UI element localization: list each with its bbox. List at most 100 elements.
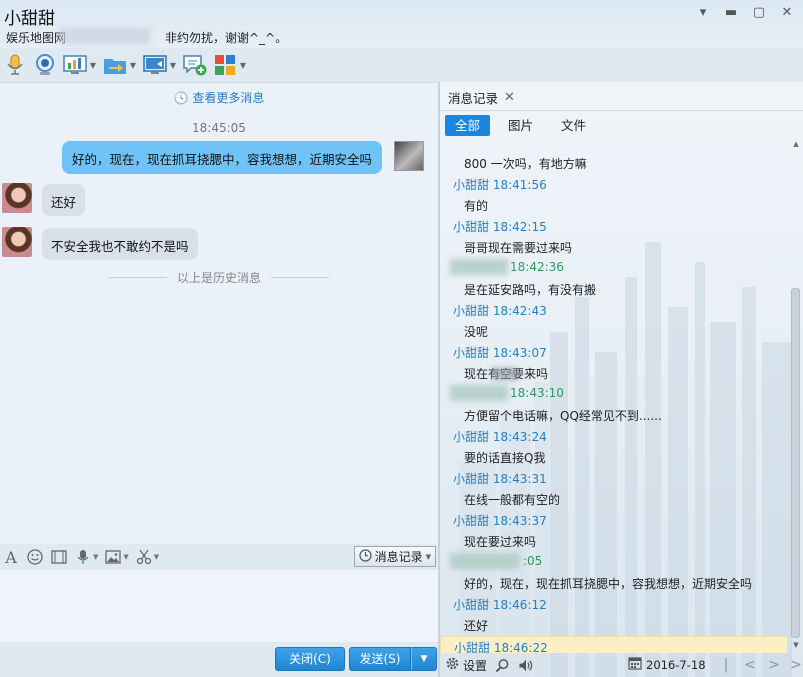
settings-button[interactable]: 设置: [445, 656, 487, 674]
apps-grid-icon: [212, 52, 238, 78]
history-divider: 以上是历史消息: [0, 269, 438, 286]
history-entry-text: 有的: [464, 199, 489, 213]
history-entry-text: 要的话直接Q我: [464, 451, 546, 465]
history-pagination: |< < > >|: [718, 656, 803, 677]
file-transfer-button[interactable]: ▼: [102, 50, 138, 80]
history-entry-latest: 小甜甜 18:46:22不安全我也不敢约不是吗: [440, 636, 788, 653]
chevron-down-icon[interactable]: ▼: [154, 553, 159, 561]
filter-tab-all[interactable]: 全部: [445, 115, 491, 136]
chat-messages-area: 🕓 查看更多消息 18:45:05 好的，现在，现在抓耳挠腮中，容我想想，近期安…: [0, 82, 438, 544]
monitor-icon: [142, 52, 168, 78]
history-entry-sender-time: 小甜甜 18:46:22: [454, 641, 548, 653]
last-page-icon[interactable]: >|: [790, 656, 803, 674]
emoji-icon[interactable]: [26, 548, 44, 566]
history-entry-text: 在线一般都有空的: [464, 493, 561, 507]
history-entry-sender-time: 小甜甜 18:43:31: [453, 472, 547, 486]
history-entry-sender-time: 18:42:36: [510, 260, 564, 274]
history-entry: 小甜甜 18:46:12 还好: [440, 594, 788, 636]
history-entry-sender-time: 18:43:10: [510, 386, 564, 400]
history-entry: 小甜甜 18:43:31 在线一般都有空的: [440, 468, 788, 510]
filter-tab-files[interactable]: 文件: [551, 115, 596, 136]
maximize-icon[interactable]: ▢: [751, 5, 767, 21]
chevron-down-icon[interactable]: ▼: [238, 61, 248, 70]
title-bar: 小甜甜 娱乐地图网 非约勿扰，谢谢^_^。 ▾ ▬ ▢ ✕: [0, 0, 803, 48]
minimize-icon[interactable]: ▬: [723, 5, 739, 21]
chat-toolbar: ▼ ▼ ▼ ▼: [0, 48, 440, 82]
history-entry: 小甜甜 18:42:15 哥哥现在需要过来吗: [440, 216, 788, 258]
send-button[interactable]: 发送(S): [349, 647, 411, 671]
incoming-message-bubble: 还好: [42, 184, 86, 216]
outgoing-message-bubble: 好的，现在，现在抓耳挠腮中，容我想想，近期安全吗: [61, 141, 382, 174]
speaker-icon[interactable]: [517, 656, 535, 674]
history-entry: 小甜甜 18:42:43 没呢: [440, 300, 788, 342]
magic-expression-icon[interactable]: [50, 548, 68, 566]
chevron-down-icon: ▼: [425, 552, 431, 561]
history-entry-sender-time: 小甜甜 18:43:07: [453, 346, 547, 360]
chevron-down-icon[interactable]: ▼: [123, 553, 128, 561]
scroll-down-icon[interactable]: ▼: [791, 641, 801, 651]
filter-tab-images[interactable]: 图片: [498, 115, 543, 136]
contact-avatar[interactable]: [2, 183, 32, 213]
history-entry: 小甜甜 18:43:07现在有空要来吗: [440, 342, 788, 384]
history-entry-sender-time: 小甜甜 18:42:43: [453, 304, 547, 318]
history-entry-text: 还好: [464, 619, 489, 633]
scroll-up-icon[interactable]: ▲: [791, 140, 801, 150]
history-entry: 小甜甜 18:43:37 现在要过来吗: [440, 510, 788, 552]
font-icon[interactable]: A: [2, 548, 20, 567]
view-more-messages-link[interactable]: 🕓 查看更多消息: [0, 89, 438, 106]
voice-call-button[interactable]: [2, 50, 28, 80]
apps-button[interactable]: ▼: [212, 50, 248, 80]
video-call-button[interactable]: [32, 50, 58, 80]
history-log: 800 一次吗，有地方嘛 小甜甜 18:41:56 有的 小甜甜 18:42:15 哥哥…: [440, 138, 788, 653]
close-icon[interactable]: ✕: [504, 90, 515, 105]
close-button[interactable]: 关闭(C): [275, 647, 345, 671]
my-avatar[interactable]: [394, 141, 424, 171]
history-entry: 18:42:36 是在延安路吗，有没有搬: [440, 258, 788, 300]
message-history-button[interactable]: 消息记录 ▼: [353, 546, 436, 567]
chat-add-icon: [182, 52, 208, 78]
sender-name-redaction: [450, 385, 508, 401]
first-page-icon[interactable]: |<: [718, 656, 734, 677]
contact-name: 小甜甜: [4, 9, 55, 29]
gear-icon: [445, 656, 460, 674]
scissors-icon[interactable]: [135, 548, 153, 566]
close-window-icon[interactable]: ✕: [779, 5, 795, 21]
message-timestamp: 18:45:05: [192, 121, 246, 135]
clock-icon: [358, 548, 372, 565]
scrollbar-thumb[interactable]: [791, 288, 800, 638]
history-entry-sender-time: 小甜甜 18:43:37: [453, 514, 547, 528]
chevron-down-icon[interactable]: ▼: [168, 61, 178, 70]
history-entry: :05 好的，现在，现在抓耳挠腮中，容我想想，近期安全吗: [440, 552, 788, 594]
history-entry-sender-time: 小甜甜 18:42:15: [453, 220, 547, 234]
history-entry-text: 是在延安路吗，有没有搬: [464, 283, 597, 297]
send-options-dropdown[interactable]: ▼: [411, 647, 437, 671]
screen-share-button[interactable]: ▼: [142, 50, 178, 80]
folder-arrow-icon: [102, 52, 128, 78]
history-entry-sender-time: :05: [523, 554, 543, 568]
previous-page-icon[interactable]: <: [742, 656, 758, 674]
chevron-down-icon[interactable]: ▼: [88, 61, 98, 70]
contact-avatar[interactable]: [2, 227, 32, 257]
message-input[interactable]: [0, 570, 438, 642]
search-icon[interactable]: [493, 656, 511, 674]
sender-name-redaction: [450, 553, 520, 569]
discussion-group-button[interactable]: [182, 50, 208, 80]
skin-dropdown-icon[interactable]: ▾: [695, 5, 711, 21]
chevron-down-icon[interactable]: ▼: [93, 553, 98, 561]
history-entry-text: 没呢: [464, 325, 489, 339]
next-page-icon[interactable]: >: [766, 656, 782, 674]
history-panel: 消息记录 ✕ 全部 图片 文件 800 一次吗，有地方嘛 小甜甜 18:41:56…: [440, 82, 803, 677]
history-scrollbar[interactable]: ▲ ▼: [790, 138, 801, 653]
sender-name-redaction: [450, 259, 508, 275]
chevron-down-icon[interactable]: ▼: [128, 61, 138, 70]
history-entry-sender-time: 小甜甜 18:46:12: [453, 598, 547, 612]
image-icon[interactable]: [104, 548, 122, 566]
date-picker[interactable]: 2016-7-18: [628, 656, 706, 673]
remote-assist-button[interactable]: ▼: [62, 50, 98, 80]
history-entry: 小甜甜 18:41:56 有的: [440, 174, 788, 216]
history-tab[interactable]: 消息记录 ✕: [448, 88, 515, 107]
signature-right: 非约勿扰，谢谢^_^。: [165, 31, 288, 45]
history-entry: 800 一次吗，有地方嘛: [440, 138, 788, 174]
history-footer: 设置 2016-7-18 |< < > >|: [440, 653, 803, 677]
voice-message-icon[interactable]: [74, 548, 92, 566]
